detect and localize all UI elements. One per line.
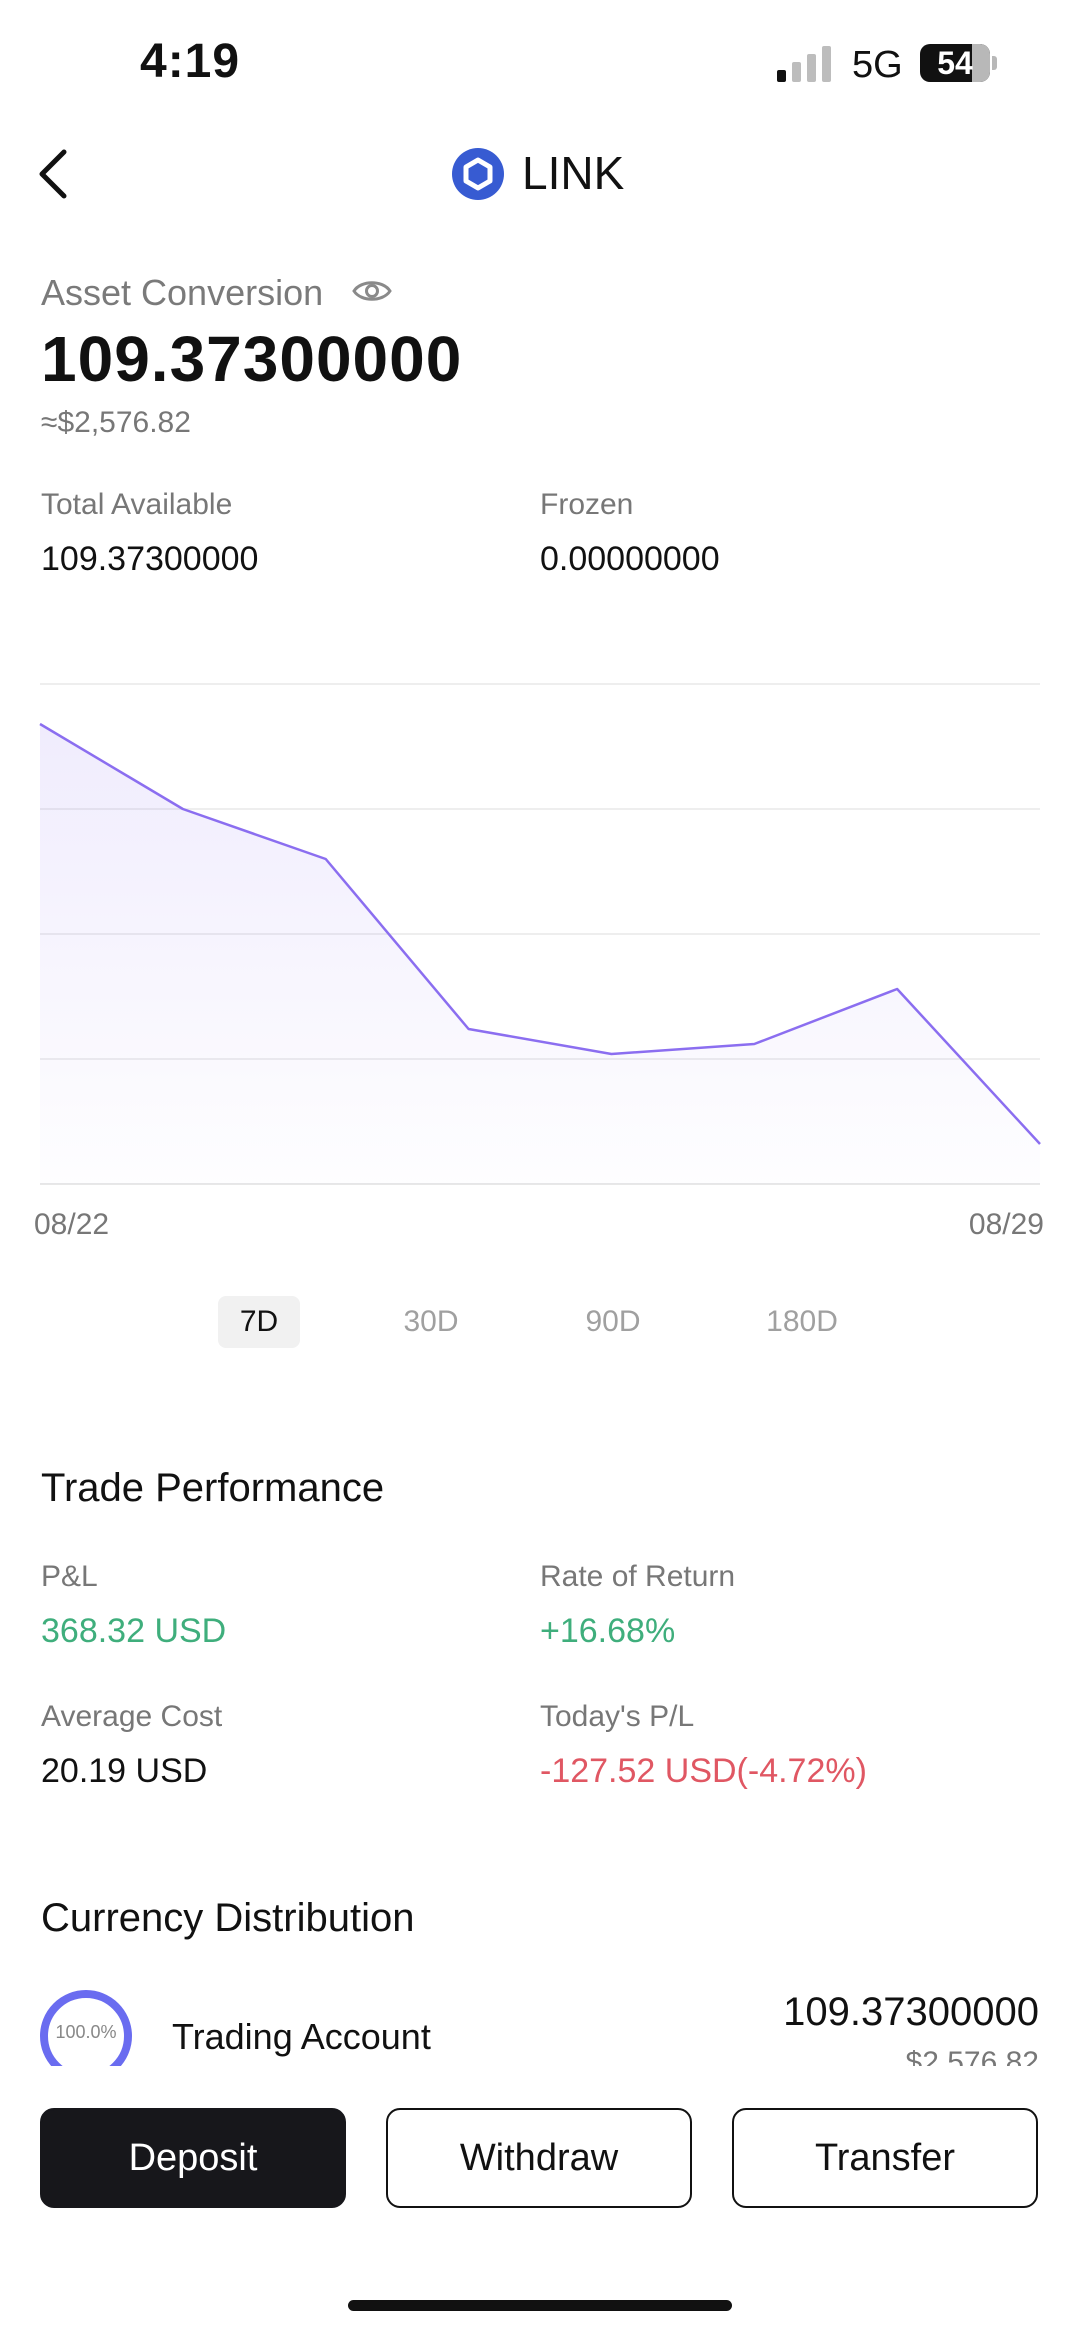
eye-icon[interactable]: [352, 276, 392, 306]
transfer-button[interactable]: Transfer: [732, 2108, 1038, 2208]
distribution-account-name: Trading Account: [172, 2016, 431, 2057]
chainlink-hexagon-icon: [452, 148, 504, 200]
x-tick-label: 08/29: [969, 1208, 1044, 1241]
currency-distribution-title: Currency Distribution: [41, 1896, 415, 1940]
asset-usd-value: ≈$2,576.82: [41, 406, 191, 439]
asset-conversion-label: Asset Conversion: [41, 272, 324, 313]
frozen-value: 0.00000000: [540, 540, 720, 578]
tab-180d[interactable]: 180D: [754, 1296, 850, 1348]
todays-pnl-label: Today's P/L: [540, 1700, 695, 1733]
tab-7d[interactable]: 7D: [218, 1296, 300, 1348]
status-time: 4:19: [140, 35, 241, 88]
distribution-percent: 100.0%: [55, 2022, 117, 2042]
signal-icon: [777, 46, 831, 82]
x-tick-label: 08/22: [34, 1208, 109, 1241]
frozen-label: Frozen: [540, 488, 634, 521]
rate-of-return-value: +16.68%: [540, 1612, 676, 1650]
distribution-amount: 109.37300000: [783, 1990, 1039, 2034]
battery-nub: [992, 56, 997, 70]
network-label: 5G: [852, 44, 903, 86]
average-cost-label: Average Cost: [41, 1700, 223, 1733]
pnl-label: P&L: [41, 1560, 98, 1593]
price-chart: 08/22 08/29: [34, 683, 1044, 1241]
average-cost-value: 20.19 USD: [41, 1752, 208, 1790]
todays-pnl-value: -127.52 USD(-4.72%): [540, 1752, 867, 1790]
total-available-label: Total Available: [41, 488, 233, 521]
home-indicator[interactable]: [348, 2300, 732, 2311]
tab-30d[interactable]: 30D: [390, 1296, 472, 1348]
chart-area-fill: [40, 724, 1040, 1184]
rate-of-return-label: Rate of Return: [540, 1560, 736, 1593]
deposit-button[interactable]: Deposit: [40, 2108, 346, 2208]
battery-icon: 54: [920, 44, 990, 82]
tab-90d[interactable]: 90D: [572, 1296, 654, 1348]
withdraw-button[interactable]: Withdraw: [386, 2108, 692, 2208]
trade-performance-title: Trade Performance: [41, 1466, 385, 1510]
pnl-value: 368.32 USD: [41, 1612, 227, 1650]
battery-level: 54: [937, 45, 973, 81]
total-available-value: 109.37300000: [41, 540, 259, 578]
asset-value: 109.37300000: [41, 323, 463, 395]
page-title: LINK: [522, 147, 625, 199]
back-arrow-icon[interactable]: [34, 148, 74, 200]
